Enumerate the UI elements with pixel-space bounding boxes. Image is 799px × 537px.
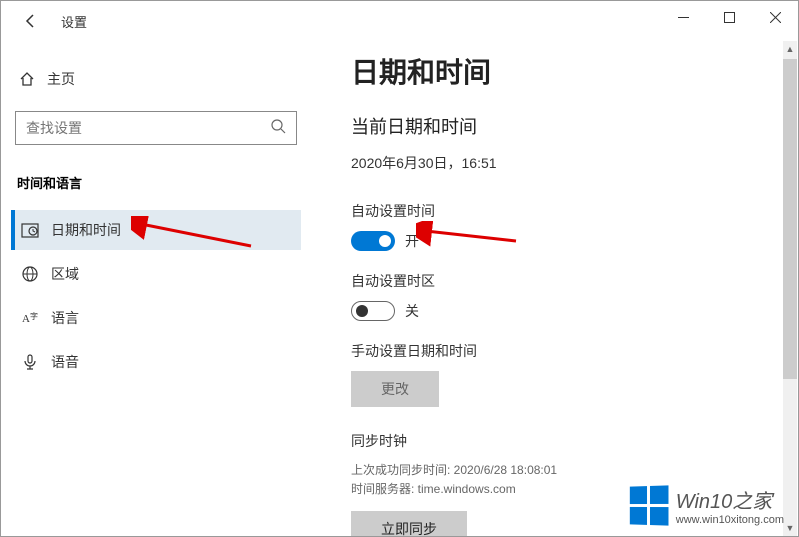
- sync-clock-title: 同步时钟: [351, 431, 768, 451]
- sync-now-button[interactable]: 立即同步: [351, 511, 467, 536]
- auto-time-state: 开: [405, 231, 419, 251]
- app-title: 设置: [61, 12, 87, 31]
- auto-time-label: 自动设置时间: [351, 201, 768, 221]
- change-button[interactable]: 更改: [351, 371, 439, 407]
- sidebar-item-label: 语音: [51, 352, 79, 372]
- window-controls: [660, 1, 798, 33]
- auto-timezone-state: 关: [405, 301, 419, 321]
- search-input[interactable]: [26, 120, 270, 136]
- minimize-button[interactable]: [660, 1, 706, 33]
- search-box[interactable]: [15, 111, 297, 145]
- page-title: 日期和时间: [351, 51, 768, 91]
- svg-text:A: A: [22, 313, 30, 325]
- sidebar-section-header: 时间和语言: [11, 165, 301, 210]
- sidebar-item-region[interactable]: 区域: [11, 254, 301, 294]
- home-label: 主页: [47, 69, 75, 89]
- close-button[interactable]: [752, 1, 798, 33]
- scrollbar-thumb[interactable]: [783, 59, 797, 379]
- content-area: 日期和时间 当前日期和时间 2020年6月30日，16:51 自动设置时间 开 …: [311, 41, 798, 536]
- auto-timezone-toggle[interactable]: [351, 301, 395, 321]
- scroll-down-arrow[interactable]: ▼: [783, 520, 797, 536]
- globe-icon: [21, 265, 51, 283]
- sidebar: 主页 时间和语言 日期和时间 区域 A字 语言: [1, 41, 311, 536]
- windows-logo-icon: [630, 485, 669, 525]
- sidebar-item-language[interactable]: A字 语言: [11, 298, 301, 338]
- arrow-left-icon: [23, 13, 39, 29]
- close-icon: [770, 12, 781, 23]
- clock-icon: [21, 221, 51, 239]
- search-icon: [270, 118, 286, 139]
- home-nav-item[interactable]: 主页: [11, 61, 301, 97]
- manual-datetime-label: 手动设置日期和时间: [351, 341, 768, 361]
- current-datetime-value: 2020年6月30日，16:51: [351, 153, 768, 173]
- maximize-icon: [724, 12, 735, 23]
- auto-timezone-label: 自动设置时区: [351, 271, 768, 291]
- maximize-button[interactable]: [706, 1, 752, 33]
- microphone-icon: [21, 353, 51, 371]
- watermark-brand: Win10之家: [676, 485, 784, 514]
- home-icon: [19, 71, 47, 87]
- current-datetime-label: 当前日期和时间: [351, 113, 768, 139]
- sidebar-item-datetime[interactable]: 日期和时间: [11, 210, 301, 250]
- language-icon: A字: [21, 309, 51, 327]
- watermark: Win10之家 www.win10xitong.com: [629, 485, 784, 526]
- sidebar-item-label: 语言: [51, 308, 79, 328]
- sidebar-item-speech[interactable]: 语音: [11, 342, 301, 382]
- scrollbar[interactable]: ▲ ▼: [783, 41, 797, 536]
- scroll-up-arrow[interactable]: ▲: [783, 41, 797, 57]
- back-button[interactable]: [11, 1, 51, 41]
- sync-last-time: 上次成功同步时间: 2020/6/28 18:08:01: [351, 461, 768, 480]
- sidebar-item-label: 区域: [51, 264, 79, 284]
- sidebar-item-label: 日期和时间: [51, 220, 121, 240]
- svg-text:字: 字: [30, 311, 38, 321]
- minimize-icon: [678, 12, 689, 23]
- watermark-url: www.win10xitong.com: [676, 514, 784, 526]
- auto-time-toggle[interactable]: [351, 231, 395, 251]
